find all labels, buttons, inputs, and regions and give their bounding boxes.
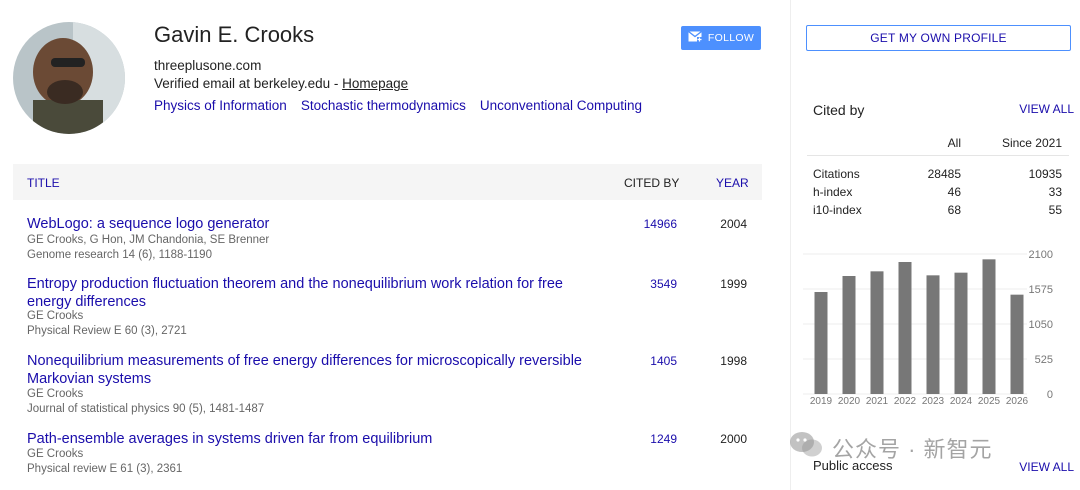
citation-stats-table: All Since 2021 Citations 28485 10935 h-i… — [807, 130, 1069, 221]
profile-affiliation: threeplusone.com — [154, 58, 262, 73]
article-title-link[interactable]: Nonequilibrium measurements of free ener… — [27, 352, 607, 388]
chart-bar-2019[interactable] — [814, 292, 828, 394]
cited-by-link[interactable]: 3549 — [613, 277, 677, 291]
x-tick-label: 2025 — [978, 396, 1001, 407]
chart-bar-2020[interactable] — [842, 276, 856, 394]
chart-bar-2024[interactable] — [954, 272, 968, 394]
interest-link[interactable]: Unconventional Computing — [480, 98, 642, 113]
article-title-link[interactable]: Entropy production fluctuation theorem a… — [27, 275, 607, 311]
stats-label: i10-index — [813, 203, 862, 217]
article-title-link[interactable]: WebLogo: a sequence logo generator — [27, 215, 607, 233]
x-tick-label: 2023 — [922, 396, 945, 407]
profile-email: Verified email at berkeley.edu - Homepag… — [154, 76, 408, 91]
y-tick-label: 2100 — [1029, 249, 1053, 261]
get-own-profile-button[interactable]: GET MY OWN PROFILE — [806, 25, 1071, 51]
public-access-view-all-link[interactable]: VIEW ALL — [1019, 460, 1074, 474]
homepage-link[interactable]: Homepage — [342, 76, 408, 91]
interest-link[interactable]: Physics of Information — [154, 98, 287, 113]
article-authors: GE Crooks — [27, 310, 84, 322]
article-venue: Journal of statistical physics 90 (5), 1… — [27, 403, 265, 415]
interests-list: Physics of Information Stochastic thermod… — [154, 98, 656, 113]
stats-all: 68 — [947, 203, 961, 217]
chart-bar-2026[interactable] — [1010, 294, 1024, 394]
stats-since: 10935 — [1028, 167, 1062, 181]
article-authors: GE Crooks — [27, 448, 84, 460]
stats-row: Citations 28485 10935 — [807, 167, 1069, 185]
stats-all: 46 — [947, 185, 961, 199]
watermark-text: 公众号 · 新智元 — [832, 437, 993, 462]
x-tick-label: 2024 — [950, 396, 973, 407]
main-content: Gavin E. Crooks threeplusone.com Verifie… — [0, 0, 780, 490]
stats-label: Citations — [813, 167, 860, 181]
interest-link[interactable]: Stochastic thermodynamics — [301, 98, 466, 113]
stats-since: 33 — [1048, 185, 1062, 199]
avatar — [13, 22, 125, 134]
mail-icon — [688, 30, 702, 45]
cited-by-link[interactable]: 14966 — [613, 217, 677, 231]
article-year: 2004 — [720, 217, 747, 231]
follow-label: FOLLOW — [707, 32, 755, 44]
chart-bar-2025[interactable] — [982, 259, 996, 394]
chart-bar-2022[interactable] — [898, 262, 912, 394]
stats-label: h-index — [813, 185, 853, 199]
table-header: TITLE CITED BY YEAR — [13, 164, 762, 200]
cited-by-link[interactable]: 1249 — [613, 432, 677, 446]
sort-year-button[interactable]: YEAR — [716, 176, 749, 190]
x-tick-label: 2019 — [810, 396, 833, 407]
sort-title-button[interactable]: TITLE — [27, 176, 60, 190]
stats-header: All Since 2021 — [807, 130, 1069, 156]
cited-by-heading: Cited by — [813, 102, 865, 118]
x-tick-label: 2022 — [894, 396, 917, 407]
sort-cited-button[interactable]: CITED BY — [624, 176, 679, 190]
email-text: Verified email at berkeley.edu - — [154, 76, 343, 91]
article-year: 2000 — [720, 432, 747, 446]
stats-row: h-index 46 33 — [807, 185, 1069, 203]
stats-row: i10-index 68 55 — [807, 203, 1069, 221]
wechat-icon — [788, 430, 824, 466]
cited-by-link[interactable]: 1405 — [613, 354, 677, 368]
stats-header-since: Since 2021 — [1001, 136, 1062, 150]
article-venue: Physical review E 61 (3), 2361 — [27, 463, 183, 475]
x-tick-label: 2021 — [866, 396, 889, 407]
y-tick-label: 0 — [1047, 389, 1053, 401]
y-tick-label: 1050 — [1029, 319, 1053, 331]
stats-since: 55 — [1048, 203, 1062, 217]
citations-bar-chart: 0 525 1050 1575 2100 2019 2020 2021 2022 2023 2024… — [803, 249, 1053, 407]
stats-header-all: All — [947, 136, 961, 150]
x-tick-label: 2020 — [838, 396, 861, 407]
article-venue: Physical Review E 60 (3), 2721 — [27, 325, 187, 337]
profile-name: Gavin E. Crooks — [154, 22, 315, 47]
cited-by-view-all-link[interactable]: VIEW ALL — [1019, 102, 1074, 116]
y-tick-label: 525 — [1035, 354, 1053, 366]
article-authors: GE Crooks — [27, 388, 84, 400]
stats-all: 28485 — [927, 167, 961, 181]
article-venue: Genome research 14 (6), 1188-1190 — [27, 249, 212, 261]
article-authors: GE Crooks, G Hon, JM Chandonia, SE Brenn… — [27, 234, 270, 246]
y-tick-label: 1575 — [1029, 284, 1053, 296]
follow-button[interactable]: FOLLOW — [681, 26, 761, 50]
x-tick-label: 2026 — [1006, 396, 1029, 407]
chart-bar-2023[interactable] — [926, 275, 940, 394]
sidebar: GET MY OWN PROFILE Cited by VIEW ALL All… — [790, 0, 1080, 490]
chart-bar-2021[interactable] — [870, 271, 884, 394]
article-year: 1998 — [720, 354, 747, 368]
article-title-link[interactable]: Path-ensemble averages in systems driven… — [27, 430, 607, 448]
watermark: 公众号 · 新智元 — [788, 430, 993, 466]
article-year: 1999 — [720, 277, 747, 291]
